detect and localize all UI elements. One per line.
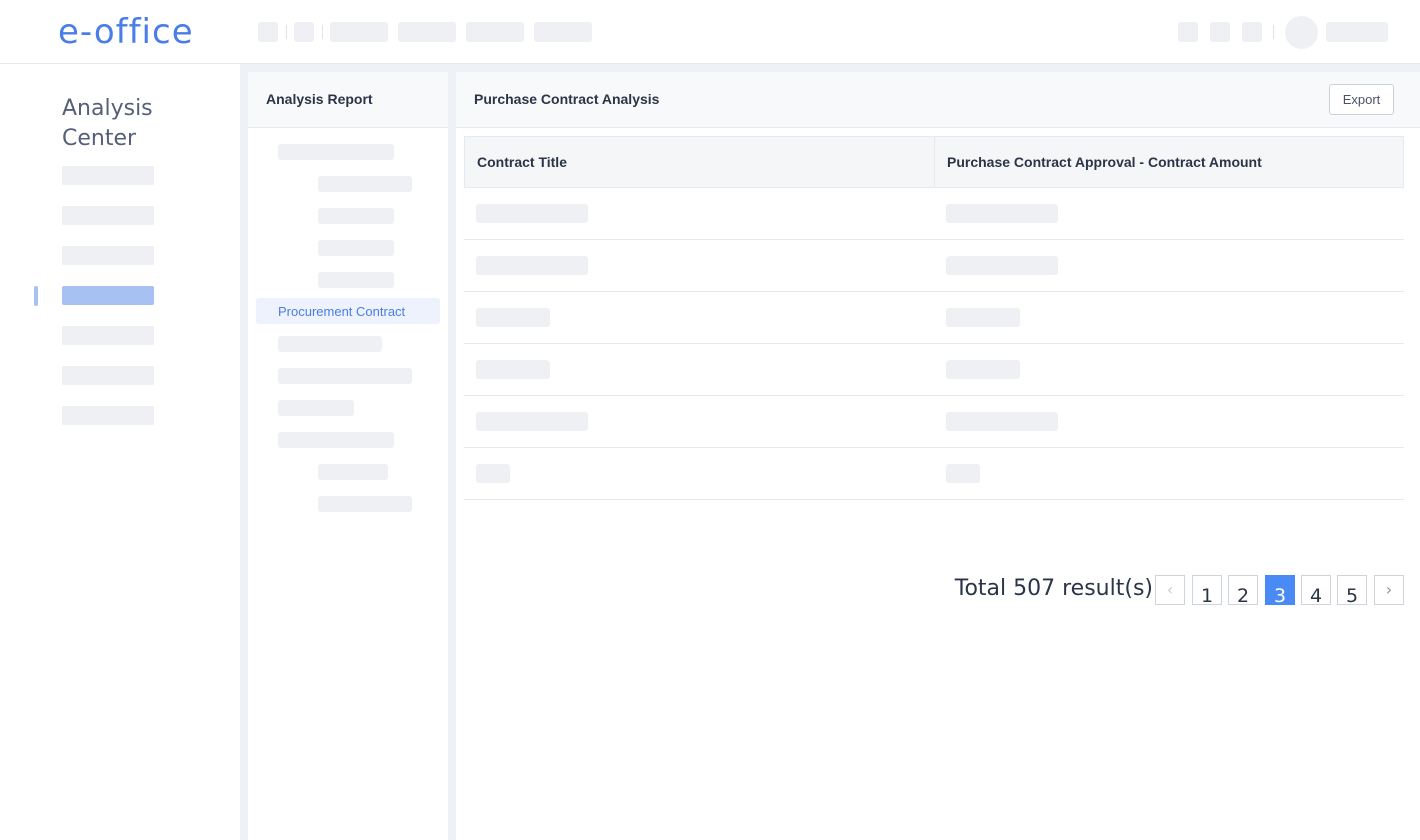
sidebar-item-active[interactable] [62, 286, 154, 305]
total-results: Total 507 result(s) [954, 576, 1153, 601]
cell-placeholder [476, 256, 588, 275]
toolbar-divider [1273, 25, 1274, 39]
nav-divider [322, 25, 323, 39]
tree-node[interactable] [318, 208, 394, 224]
pagination: Total 507 result(s) ‹ 1 2 3 4 5 › [456, 575, 1420, 605]
tree-node[interactable] [278, 144, 394, 160]
tree-panel-title: Analysis Report [266, 91, 373, 107]
cell-placeholder [946, 412, 1058, 431]
table-row[interactable] [464, 396, 1404, 448]
column-header-contract-amount[interactable]: Purchase Contract Approval - Contract Am… [934, 137, 1404, 187]
nav-tab[interactable] [534, 22, 592, 42]
tree-node-procurement-contract[interactable]: Procurement Contract [256, 298, 440, 324]
cell-placeholder [476, 308, 550, 327]
analysis-main-panel: Purchase Contract Analysis Export Contra… [456, 72, 1420, 840]
tree-node[interactable] [318, 496, 412, 512]
nav-tab[interactable] [466, 22, 524, 42]
nav-divider [286, 25, 287, 39]
avatar[interactable] [1285, 16, 1318, 49]
toolbar-icon[interactable] [1178, 22, 1198, 42]
sidebar-item[interactable] [62, 246, 154, 265]
report-tree-panel: Analysis Report Procurement Contract [248, 72, 448, 840]
tree-node[interactable] [318, 240, 394, 256]
sidebar-item[interactable] [62, 326, 154, 345]
page-1-button[interactable]: 1 [1192, 575, 1222, 605]
cell-placeholder [946, 308, 1020, 327]
toolbar-icon[interactable] [1210, 22, 1230, 42]
sidebar-item[interactable] [62, 406, 154, 425]
page-5-button[interactable]: 5 [1337, 575, 1367, 605]
sidebar-item[interactable] [62, 166, 154, 185]
sidebar-item[interactable] [62, 366, 154, 385]
tree-node-label: Procurement Contract [278, 304, 406, 319]
tree-node[interactable] [318, 176, 412, 192]
export-button[interactable]: Export [1329, 84, 1394, 115]
cell-placeholder [476, 412, 588, 431]
table-header: Contract Title Purchase Contract Approva… [464, 136, 1404, 188]
nav-tab[interactable] [398, 22, 456, 42]
logo[interactable]: e-office [58, 12, 194, 52]
table-row[interactable] [464, 344, 1404, 396]
cell-placeholder [946, 360, 1020, 379]
main-panel-header: Purchase Contract Analysis Export [456, 72, 1420, 128]
tree-node[interactable] [278, 336, 382, 352]
sidebar: Analysis Center [0, 64, 240, 840]
tree-panel-header: Analysis Report [248, 72, 448, 128]
nav-tab[interactable] [330, 22, 388, 42]
cell-placeholder [946, 204, 1058, 223]
table-row[interactable] [464, 448, 1404, 500]
sidebar-active-indicator [34, 286, 38, 306]
tree-node[interactable] [278, 400, 354, 416]
sidebar-item[interactable] [62, 206, 154, 225]
results-table: Contract Title Purchase Contract Approva… [464, 136, 1404, 500]
nav-icon-home[interactable] [258, 22, 278, 42]
page-4-button[interactable]: 4 [1301, 575, 1331, 605]
cell-placeholder [476, 464, 510, 483]
main-panel-title: Purchase Contract Analysis [474, 91, 660, 107]
prev-page-icon[interactable]: ‹ [1155, 575, 1185, 605]
cell-placeholder [476, 360, 550, 379]
page-2-button[interactable]: 2 [1228, 575, 1258, 605]
tree-node[interactable] [278, 432, 394, 448]
tree-node[interactable] [318, 272, 394, 288]
next-page-icon[interactable]: › [1374, 575, 1404, 605]
table-row[interactable] [464, 292, 1404, 344]
tree-node[interactable] [318, 464, 388, 480]
top-bar: e-office [0, 0, 1420, 64]
cell-placeholder [946, 464, 980, 483]
user-name-placeholder[interactable] [1326, 22, 1388, 42]
cell-placeholder [476, 204, 588, 223]
cell-placeholder [946, 256, 1058, 275]
toolbar-icon[interactable] [1242, 22, 1262, 42]
sidebar-title: Analysis Center [62, 96, 153, 151]
table-row[interactable] [464, 240, 1404, 292]
table-row[interactable] [464, 188, 1404, 240]
nav-icon-menu[interactable] [294, 22, 314, 42]
page-3-button[interactable]: 3 [1265, 575, 1295, 605]
column-header-contract-title[interactable]: Contract Title [465, 137, 935, 187]
tree-node[interactable] [278, 368, 412, 384]
